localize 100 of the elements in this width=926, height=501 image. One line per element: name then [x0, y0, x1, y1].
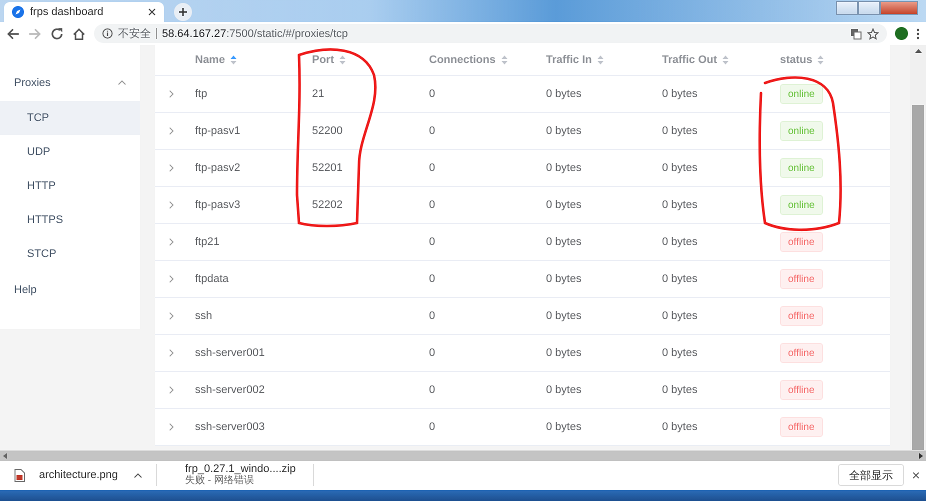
expand-chevron-icon[interactable]: [169, 201, 174, 209]
status-tag: offline: [780, 417, 823, 437]
sidebar-item[interactable]: HTTPS: [0, 203, 140, 237]
translate-icon[interactable]: [850, 28, 862, 40]
plus-icon: [178, 7, 188, 17]
sort-icon[interactable]: [500, 55, 508, 65]
back-arrow-icon[interactable]: [6, 26, 20, 40]
status-tag: offline: [780, 232, 823, 252]
status-tag: online: [780, 84, 823, 104]
expand-chevron-icon[interactable]: [169, 423, 174, 431]
table-cell: 0 bytes: [546, 347, 582, 359]
expand-chevron-icon[interactable]: [169, 349, 174, 357]
table-cell: 21: [312, 88, 324, 100]
download-item[interactable]: frp_0.27.1_windo....zip 失败 - 网络错误: [157, 464, 314, 486]
reload-icon[interactable]: [50, 26, 64, 40]
compass-logo-icon: [12, 6, 24, 18]
status-tag: online: [780, 121, 823, 141]
table-cell: 0 bytes: [546, 125, 582, 137]
info-icon: [102, 28, 113, 39]
table-cell: 0: [429, 310, 436, 322]
table-cell: ssh-server003: [195, 421, 265, 433]
table-cell: 0: [429, 384, 436, 396]
table-cell: 0: [429, 347, 436, 359]
menu-icon[interactable]: [916, 28, 920, 40]
scroll-up-arrow-icon[interactable]: [914, 49, 922, 53]
table-cell: 0 bytes: [662, 199, 698, 211]
sort-icon[interactable]: [339, 55, 346, 65]
image-file-icon: [14, 468, 25, 482]
sort-icon[interactable]: [596, 55, 604, 65]
sort-icon[interactable]: [817, 55, 824, 65]
table-cell: 0 bytes: [662, 162, 698, 174]
table-cell: 0 bytes: [662, 88, 698, 100]
table-cell: ftp-pasv1: [195, 125, 240, 137]
address-bar[interactable]: 不安全 58.64.167.27:7500/static/#/proxies/tcp: [94, 24, 887, 43]
table-cell: 0 bytes: [662, 347, 698, 359]
star-icon[interactable]: [867, 28, 879, 40]
scrollbar-thumb[interactable]: [912, 105, 924, 450]
table-cell: 0: [429, 421, 436, 433]
expand-chevron-icon[interactable]: [169, 90, 174, 98]
chevron-up-icon[interactable]: [134, 472, 142, 478]
home-icon[interactable]: [72, 26, 86, 40]
table-cell: 0: [429, 125, 436, 137]
download-item[interactable]: architecture.png: [0, 464, 157, 486]
expand-chevron-icon[interactable]: [169, 127, 174, 135]
status-tag: online: [780, 195, 823, 215]
table-cell: 0 bytes: [546, 384, 582, 396]
table-cell: 52201: [312, 162, 343, 174]
close-icon[interactable]: [148, 8, 156, 16]
table-cell: 0: [429, 199, 436, 211]
profile-avatar[interactable]: [895, 27, 908, 40]
status-tag: offline: [780, 343, 823, 363]
vertical-scrollbar[interactable]: [910, 45, 926, 450]
download-status: 失败 - 网络错误: [185, 476, 255, 486]
expand-chevron-icon[interactable]: [169, 386, 174, 394]
sidebar-item[interactable]: HTTP: [0, 169, 140, 203]
scroll-left-arrow-icon[interactable]: [3, 452, 7, 459]
url-text: 58.64.167.27:7500/static/#/proxies/tcp: [162, 28, 348, 40]
sidebar-item[interactable]: STCP: [0, 237, 140, 271]
horizontal-scrollbar[interactable]: [0, 450, 926, 461]
table-cell: 0 bytes: [546, 421, 582, 433]
tab-title: frps dashboard: [30, 6, 104, 18]
browser-tab[interactable]: frps dashboard: [4, 2, 164, 22]
table-cell: 0 bytes: [546, 162, 582, 174]
table-cell: 0 bytes: [662, 310, 698, 322]
sidebar-item[interactable]: TCP: [0, 101, 140, 135]
download-filename: frp_0.27.1_windo....zip: [185, 464, 296, 476]
table-cell: ftp21: [195, 236, 220, 248]
new-tab-button[interactable]: [174, 3, 192, 21]
forward-arrow-icon[interactable]: [28, 26, 42, 40]
table-cell: 0 bytes: [546, 199, 582, 211]
status-tag: offline: [780, 269, 823, 289]
table-cell: 52202: [312, 199, 343, 211]
sidebar-group-label: Proxies: [14, 76, 51, 88]
expand-chevron-icon[interactable]: [169, 164, 174, 172]
status-tag: online: [780, 158, 823, 178]
maximize-icon[interactable]: [858, 1, 880, 15]
sidebar-group[interactable]: Proxies: [0, 64, 140, 101]
chevron-up-icon: [118, 80, 126, 85]
table-cell: ftp: [195, 88, 208, 100]
table-cell: ftp-pasv2: [195, 162, 240, 174]
table-cell: ssh-server002: [195, 384, 265, 396]
table-cell: 0: [429, 236, 436, 248]
table-cell: 0 bytes: [662, 273, 698, 285]
sort-icon[interactable]: [722, 55, 730, 65]
sidebar-item[interactable]: UDP: [0, 135, 140, 169]
sidebar-item[interactable]: Help: [0, 271, 140, 309]
close-window-icon[interactable]: [880, 1, 918, 15]
table-cell: 0 bytes: [546, 273, 582, 285]
expand-chevron-icon[interactable]: [169, 238, 174, 246]
table-cell: 0 bytes: [662, 421, 698, 433]
expand-chevron-icon[interactable]: [169, 275, 174, 283]
minimize-icon[interactable]: [836, 1, 858, 15]
status-tag: offline: [780, 306, 823, 326]
expand-chevron-icon[interactable]: [169, 312, 174, 320]
table-cell: ssh: [195, 310, 212, 322]
sort-icon[interactable]: [230, 55, 237, 65]
close-button[interactable]: ×: [912, 467, 920, 484]
scroll-right-arrow-icon[interactable]: [919, 452, 923, 459]
show-all-button[interactable]: 全部显示: [838, 464, 904, 486]
security-label: 不安全: [118, 26, 151, 41]
